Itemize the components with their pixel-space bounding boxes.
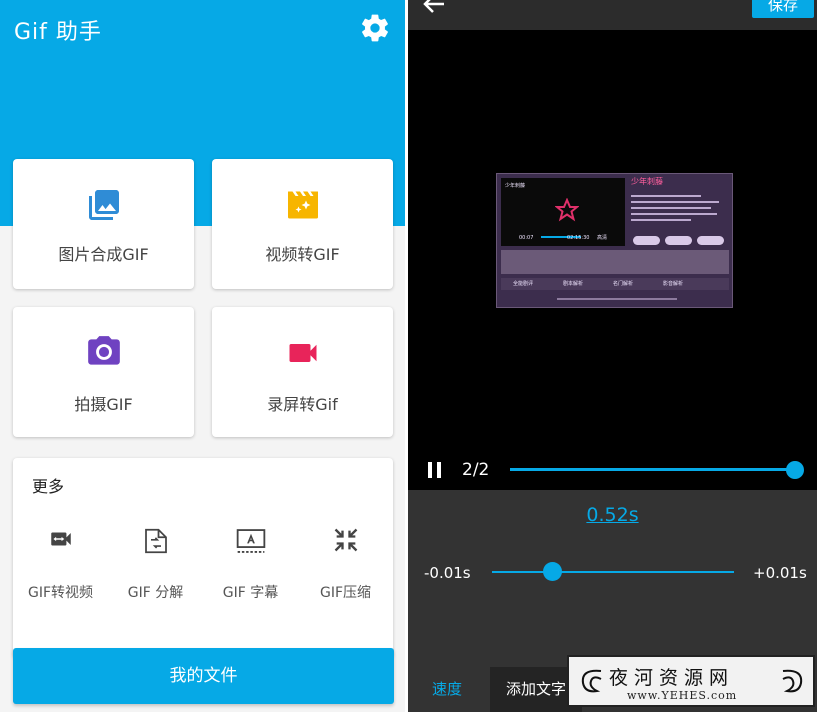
subtitle-icon [236,529,265,553]
more-item-label: GIF 分解 [127,585,184,601]
video-preview: 少年刺藤 00:07 02:15:30 高清 少年刺藤 全能剧评 剧本解析 名门… [496,173,733,308]
frame-duration[interactable]: 0.52s [408,504,817,526]
back-arrow-icon[interactable] [422,0,446,14]
pause-icon[interactable] [426,461,444,479]
gif-split-icon [144,528,167,554]
more-item-label: GIF压缩 [319,585,372,601]
shoot-gif-card[interactable]: 拍摄GIF [13,307,194,437]
card-label: 录屏转Gif [267,395,338,414]
more-item-label: GIF 字幕 [222,585,279,601]
preview-pill [633,236,660,245]
preview-pill [665,236,692,245]
watermark-url: www.YEHES.com [627,689,738,702]
preview-link: 全能剧评 [513,281,534,287]
speed-slider-track[interactable] [492,571,734,573]
more-title: 更多 [32,477,65,496]
camera-icon [87,336,120,365]
app-title: Gif 助手 [14,20,102,45]
preview-player: 少年刺藤 00:07 02:15:30 高清 [501,178,625,246]
gif-editor: 保存 少年刺藤 00:07 02:15:30 高清 少年刺藤 全能剧评 剧本解析 [408,0,817,712]
speed-increase-label[interactable]: +0.01s [753,564,807,582]
preview-info-lines [631,192,721,230]
ornament-icon [782,669,803,693]
ornament-icon [581,669,602,693]
more-tools-card: 更多 GIF转视频 GIF 分解 GIF 字幕 GIF压缩 [13,458,393,658]
gif-split-item[interactable]: GIF 分解 [108,526,203,606]
preview-link: 影音解析 [663,281,684,287]
watermark: 夜河资源网 www.YEHES.com [567,655,815,707]
preview-links-bar: 全能剧评 剧本解析 名门解析 影音解析 [501,278,729,290]
speed-slider-knob[interactable] [543,562,562,581]
preview-quality: 高清 [597,235,608,241]
card-label: 视频转GIF [265,245,340,264]
video-to-gif-card[interactable]: 视频转GIF [212,159,393,289]
gear-icon[interactable] [359,12,391,44]
preview-player-title: 少年刺藤 [505,183,526,189]
gif-to-video-item[interactable]: GIF转视频 [13,526,108,606]
more-item-label: GIF转视频 [27,585,94,601]
preview-footer-line [557,298,677,300]
card-label: 拍摄GIF [74,395,133,414]
preview-pill [697,236,724,245]
preview-time: 00:07 [519,235,534,241]
tab-speed[interactable]: 速度 [416,667,478,712]
gif-compress-item[interactable]: GIF压缩 [298,526,393,606]
star-logo-icon [555,198,579,222]
image-to-gif-card[interactable]: 图片合成GIF [13,159,194,289]
gif-to-video-icon [50,532,71,546]
card-label: 图片合成GIF [58,245,149,264]
gif-helper-app: Gif 助手 图片合成GIF 视频转GIF 拍摄GIF 录屏转Gif 更多 GI… [0,0,405,712]
compress-icon [334,528,357,552]
image-stack-icon [88,190,119,220]
video-camera-icon [289,344,316,362]
frame-counter: 2/2 [462,460,490,480]
preview-duration: 02:15:30 [567,235,590,241]
save-button[interactable]: 保存 [752,0,814,18]
preview-link: 剧本解析 [563,281,584,287]
my-files-button[interactable]: 我的文件 [13,648,394,704]
gif-subtitle-item[interactable]: GIF 字幕 [203,526,298,606]
frame-progress-knob[interactable] [786,461,804,479]
watermark-text: 夜河资源网 [609,667,735,689]
clapperboard-icon [287,191,318,219]
preview-show-title: 少年刺藤 [631,177,663,186]
screen-record-card[interactable]: 录屏转Gif [212,307,393,437]
preview-link: 名门解析 [613,281,634,287]
preview-band [501,250,729,274]
frame-progress-track[interactable] [510,468,795,471]
speed-decrease-label[interactable]: -0.01s [424,564,471,582]
